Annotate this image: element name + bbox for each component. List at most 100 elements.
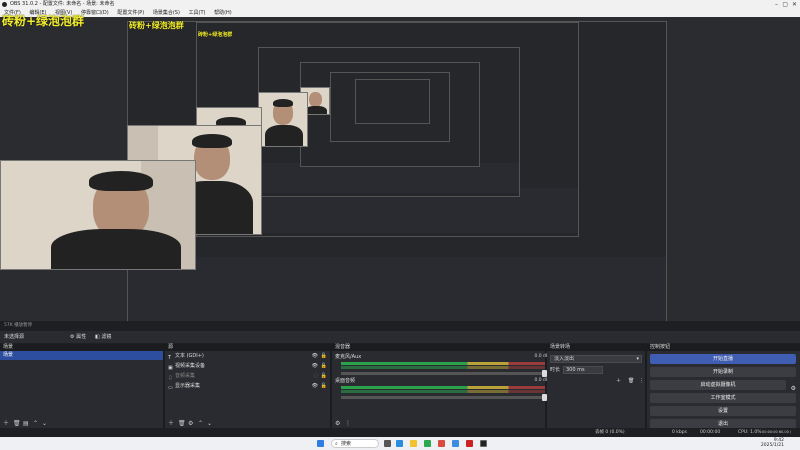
source-toolbar: 未选择源 ⚙ 属性 ◧ 滤镜 xyxy=(0,331,800,343)
level-meter xyxy=(341,362,545,365)
settings-button[interactable]: 设置 xyxy=(650,406,796,416)
sources-dock: 源 T 文本 (GDI+) 👁 🔓 ▣ 视频采集设备 👁 🔓 ♫ 音频采集 ◌ … xyxy=(165,344,332,428)
eye-icon[interactable]: 👁 xyxy=(312,381,318,391)
taskbar-clock[interactable]: 9:42 2025/1/21 xyxy=(761,438,784,448)
eye-off-icon[interactable]: ◌ xyxy=(314,371,318,381)
mixer-dock-title: 混音器 xyxy=(332,344,545,351)
search-icon: ⌕ xyxy=(335,441,338,447)
lock-icon[interactable]: 🔓 xyxy=(321,381,327,391)
selected-source-label: 未选择源 xyxy=(4,334,25,340)
clock-date: 2025/1/21 xyxy=(760,443,784,448)
start-virtual-camera-button[interactable]: 启动虚拟摄像机 xyxy=(650,380,786,390)
recording-timer: 00:00:00 xyxy=(700,430,721,435)
eye-icon[interactable]: 👁 xyxy=(312,351,318,361)
virtual-camera-row: 启动虚拟摄像机 ⚙ xyxy=(647,380,800,392)
remove-scene-icon[interactable]: 🗑 xyxy=(13,421,21,427)
scenes-dock-title: 场景 xyxy=(0,344,163,351)
studio-mode-button[interactable]: 工作室模式 xyxy=(650,393,796,403)
lock-icon[interactable]: 🔓 xyxy=(321,371,327,381)
taskbar-search[interactable]: ⌕ 搜索 xyxy=(331,439,379,448)
duration-input[interactable]: 300 ms xyxy=(563,366,603,374)
dropped-frames: 丢帧 0 (0.0%) xyxy=(595,430,625,435)
scene-item[interactable]: 场景 xyxy=(0,351,163,360)
app-icon-blue[interactable] xyxy=(452,440,459,447)
track-name: 麦克风/Aux xyxy=(335,354,362,360)
minimize-icon[interactable]: – xyxy=(775,0,778,9)
scenes-dock-footer: ＋ 🗑 ▤ ⌃ ⌄ xyxy=(0,419,163,428)
overlay-text-nested-2: 砖粉+绿泡泡群 xyxy=(198,32,233,38)
lock-icon[interactable]: 🔓 xyxy=(321,361,327,371)
app-icon-crimson[interactable] xyxy=(466,440,473,447)
transitions-dock: 场景转场 淡入淡出 ▾ 时长 300 ms ＋ 🗑 ⋮ xyxy=(547,344,647,428)
app-icon-red[interactable] xyxy=(438,440,445,447)
menu-bar: 文件(F) 编辑(E) 视图(V) 停靠窗口(D) 配置文件(P) 场景集合(S… xyxy=(0,9,800,17)
overlay-text-main: 砖粉+绿泡泡群 xyxy=(2,14,85,28)
menu-profile[interactable]: 配置文件(P) xyxy=(117,10,144,16)
transition-select[interactable]: 淡入淡出 ▾ xyxy=(550,355,642,363)
close-icon[interactable]: ✕ xyxy=(792,0,797,9)
window-title: OBS 31.0.2 - 配置文件: 未命名 - 场景: 未命名 xyxy=(10,1,115,7)
source-down-icon[interactable]: ⌄ xyxy=(207,421,212,427)
edge-browser-icon[interactable] xyxy=(396,440,403,447)
volume-slider[interactable] xyxy=(341,370,547,377)
mixer-settings-icon[interactable]: ⚙ xyxy=(335,421,340,427)
transition-buttons-row: ＋ 🗑 ⋮ xyxy=(550,377,644,385)
source-item-display-capture[interactable]: ▭ 显示器采集 👁 🔓 xyxy=(165,381,330,391)
add-scene-icon[interactable]: ＋ xyxy=(3,421,9,427)
preview-canvas[interactable]: 砖粉+绿泡泡群 砖粉+绿泡泡群 砖粉+绿泡泡群 xyxy=(0,14,800,330)
filters-button[interactable]: ◧ 滤镜 xyxy=(95,331,111,343)
source-item-audio-capture[interactable]: ♫ 音频采集 ◌ 🔓 xyxy=(165,371,330,381)
menu-docks[interactable]: 停靠窗口(D) xyxy=(81,10,109,16)
duration-label: 时长 xyxy=(550,367,561,373)
maximize-icon[interactable]: ▢ xyxy=(782,0,788,9)
app-icon-green[interactable] xyxy=(424,440,431,447)
source-up-icon[interactable]: ⌃ xyxy=(198,421,203,427)
menu-scene-collection[interactable]: 场景集合(S) xyxy=(153,10,180,16)
menu-tools[interactable]: 工具(T) xyxy=(189,10,206,16)
scenes-dock: 场景 场景 ＋ 🗑 ▤ ⌃ ⌄ xyxy=(0,344,165,428)
cpu-usage: CPU: 1.0% xyxy=(738,430,762,435)
remove-transition-icon[interactable]: 🗑 xyxy=(628,377,634,385)
remove-source-icon[interactable]: 🗑 xyxy=(178,421,186,427)
mixer-dock-footer: ⚙ ⋮ xyxy=(332,419,545,428)
virtual-camera-gear-icon[interactable]: ⚙ xyxy=(791,385,796,392)
level-meter xyxy=(341,386,545,389)
transition-value: 淡入淡出 xyxy=(554,356,575,362)
sources-dock-footer: ＋ 🗑 ⚙ ⌃ ⌄ xyxy=(165,419,330,428)
controls-dock-title: 控制按钮 xyxy=(647,344,800,351)
mixer-track-desktop: 桌面音频 0.0 dB xyxy=(335,378,549,401)
source-label: 音频采集 xyxy=(175,373,196,379)
source-item-video-capture[interactable]: ▣ 视频采集设备 👁 🔓 xyxy=(165,361,330,371)
nested-capture-6 xyxy=(355,79,430,124)
mixer-track-mic: 麦克风/Aux 0.0 dB xyxy=(335,354,549,377)
title-bar: OBS 31.0.2 - 配置文件: 未命名 - 场景: 未命名 – ▢ ✕ xyxy=(0,0,800,9)
properties-button[interactable]: ⚙ 属性 xyxy=(70,331,86,343)
source-status-line: 57K 播放暂停 xyxy=(0,321,800,330)
lock-icon[interactable]: 🔓 xyxy=(321,351,327,361)
obs-taskbar-icon[interactable] xyxy=(480,440,487,447)
task-view-icon[interactable] xyxy=(384,440,391,447)
level-meter xyxy=(341,366,545,369)
mixer-dock: 混音器 麦克风/Aux 0.0 dB 桌面音频 0.0 dB ⚙ ⋮ xyxy=(332,344,549,428)
eye-icon[interactable]: 👁 xyxy=(312,361,318,371)
windows-taskbar: ⌕ 搜索 9:42 2025/1/21 xyxy=(0,437,800,450)
source-settings-icon[interactable]: ⚙ xyxy=(188,421,193,427)
start-streaming-button[interactable]: 开始直播 xyxy=(650,354,796,364)
file-explorer-icon[interactable] xyxy=(410,440,417,447)
start-recording-button[interactable]: 开始录制 xyxy=(650,367,796,377)
overlay-text-nested: 砖粉+绿泡泡群 xyxy=(129,21,184,30)
mixer-menu-icon[interactable]: ⋮ xyxy=(345,421,351,427)
windows-start-icon[interactable] xyxy=(317,440,324,447)
scene-up-icon[interactable]: ⌃ xyxy=(33,421,38,427)
scene-filter-icon[interactable]: ▤ xyxy=(23,421,29,427)
transition-menu-icon[interactable]: ⋮ xyxy=(639,377,644,385)
level-meter xyxy=(341,390,545,393)
add-source-icon[interactable]: ＋ xyxy=(168,421,174,427)
source-item-text[interactable]: T 文本 (GDI+) 👁 🔓 xyxy=(165,351,330,361)
obs-app-icon xyxy=(2,2,7,7)
duration-row: 时长 300 ms xyxy=(550,366,642,374)
menu-help[interactable]: 帮助(H) xyxy=(214,10,232,16)
scene-down-icon[interactable]: ⌄ xyxy=(42,421,47,427)
volume-slider[interactable] xyxy=(341,394,547,401)
add-transition-icon[interactable]: ＋ xyxy=(616,377,621,385)
